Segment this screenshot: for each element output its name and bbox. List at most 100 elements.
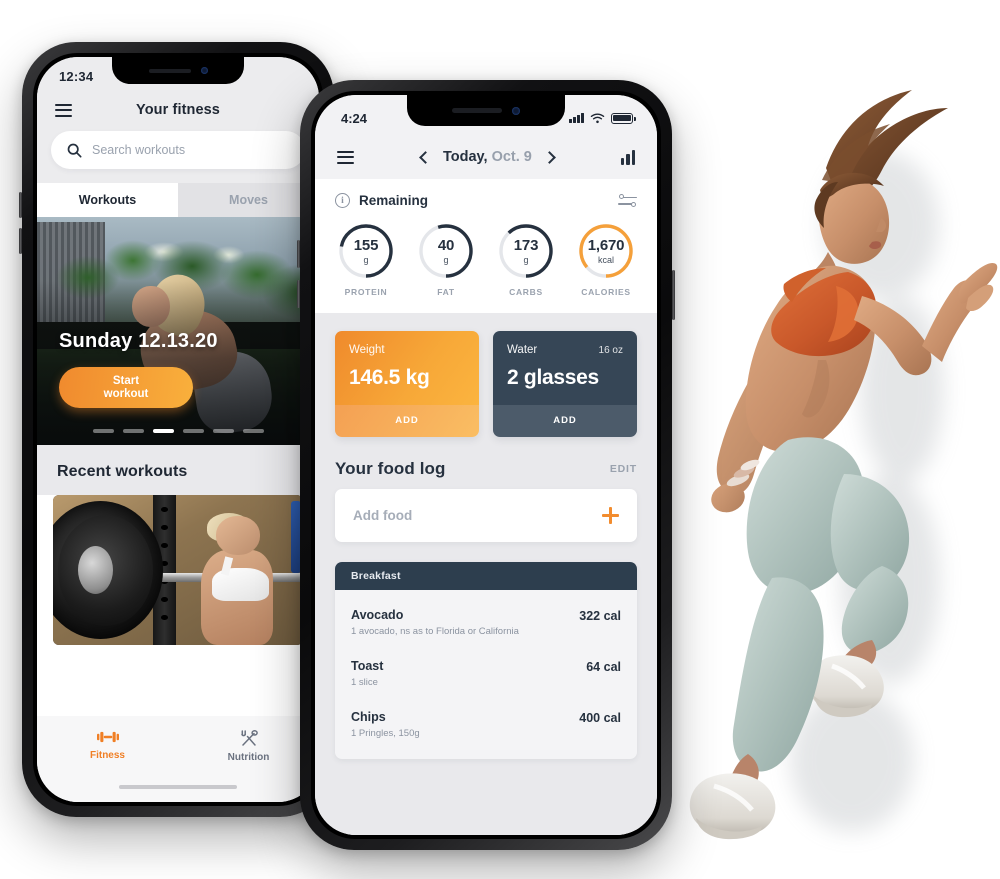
start-workout-label-1: Start bbox=[112, 374, 140, 387]
tabbar-label-nutrition: Nutrition bbox=[227, 752, 270, 763]
earpiece-speaker bbox=[148, 68, 191, 73]
volume-up-button[interactable] bbox=[297, 240, 300, 268]
ring-protein-value: 155 g bbox=[337, 222, 395, 280]
water-add-button[interactable]: ADD bbox=[493, 405, 637, 437]
water-card-body: Water 16 oz 2 glasses bbox=[493, 331, 637, 405]
ring-calories-unit: kcal bbox=[597, 254, 614, 265]
food-log-header: Your food log EDIT bbox=[315, 437, 657, 489]
recent-workout-card[interactable] bbox=[53, 495, 303, 645]
meal-item-text: Chips 1 Pringles, 150g bbox=[351, 710, 420, 739]
phone-left: 12:34 Your fitness Search workouts Worko… bbox=[19, 42, 337, 817]
signal-bars-icon bbox=[569, 113, 584, 123]
meal-item-desc: 1 avocado, ns as to Florida or Californi… bbox=[351, 626, 519, 637]
athlete-illustration bbox=[689, 90, 998, 840]
ring-fat-unit: g bbox=[443, 254, 449, 265]
phone-right-bezel: 4:24 Today, Oct. 9 i Remaining 155 g PRO… bbox=[311, 91, 661, 839]
water-card-sub: 16 oz bbox=[598, 345, 623, 356]
carousel-dots[interactable] bbox=[37, 429, 319, 433]
hero-date: Sunday 12.13.20 bbox=[59, 330, 218, 352]
remaining-title: Remaining bbox=[359, 193, 429, 208]
info-circle-icon[interactable]: i bbox=[335, 193, 350, 208]
water-card-head: Water 16 oz bbox=[507, 344, 623, 356]
remaining-header: i Remaining bbox=[335, 193, 637, 208]
add-food-button[interactable]: Add food bbox=[335, 489, 637, 542]
macro-ring-fat[interactable]: 40 g FAT bbox=[417, 222, 475, 297]
left-bottom-tabbar: Fitness Nutrition bbox=[37, 716, 319, 802]
ring-carbs-number: 173 bbox=[513, 236, 539, 254]
hero-carousel[interactable]: Sunday 12.13.20 Start workout bbox=[37, 217, 319, 445]
plus-icon[interactable] bbox=[602, 507, 619, 524]
meal-item[interactable]: Avocado 1 avocado, ns as to Florida or C… bbox=[351, 596, 621, 647]
phone-left-screen: 12:34 Your fitness Search workouts Worko… bbox=[37, 57, 319, 802]
left-app-header: Your fitness bbox=[37, 91, 319, 129]
ring-calories: 1,670 kcal bbox=[577, 222, 635, 280]
meal-item-name: Toast bbox=[351, 659, 384, 673]
chevron-left-icon[interactable] bbox=[419, 150, 432, 164]
recent-workouts-section: Recent workouts bbox=[37, 445, 319, 495]
chevron-right-icon[interactable] bbox=[542, 150, 556, 164]
sliders-icon[interactable] bbox=[618, 193, 637, 208]
tab-workouts[interactable]: Workouts bbox=[37, 183, 178, 217]
hamburger-icon[interactable] bbox=[55, 103, 72, 117]
ring-protein-unit: g bbox=[363, 254, 369, 265]
carousel-dot[interactable] bbox=[182, 429, 204, 433]
ring-protein: 155 g bbox=[337, 222, 395, 280]
water-card[interactable]: Water 16 oz 2 glasses ADD bbox=[493, 331, 637, 437]
volume-down-button[interactable] bbox=[297, 280, 300, 308]
ring-carbs-value: 173 g bbox=[497, 222, 555, 280]
carousel-dot[interactable] bbox=[212, 429, 234, 433]
macro-ring-calories[interactable]: 1,670 kcal CALORIES bbox=[577, 222, 635, 297]
front-camera bbox=[512, 106, 520, 115]
search-input[interactable]: Search workouts bbox=[51, 131, 305, 169]
macro-ring-carbs[interactable]: 173 g CARBS bbox=[497, 222, 555, 297]
summary-cards-row: Weight 146.5 kg ADD Water 16 oz 2 glasse… bbox=[315, 313, 657, 437]
meal-item-calories: 400 cal bbox=[579, 711, 621, 725]
macro-ring-protein[interactable]: 155 g PROTEIN bbox=[337, 222, 395, 297]
add-food-label: Add food bbox=[353, 508, 413, 523]
ring-calories-value: 1,670 kcal bbox=[577, 222, 635, 280]
volume-up-button[interactable] bbox=[19, 192, 22, 218]
volume-down-button[interactable] bbox=[19, 228, 22, 254]
fork-spoon-icon bbox=[240, 730, 258, 746]
meal-header: Breakfast bbox=[335, 562, 637, 590]
athlete-photo bbox=[676, 60, 1000, 860]
food-log-title: Your food log bbox=[335, 459, 446, 478]
ring-fat-value: 40 g bbox=[417, 222, 475, 280]
start-workout-label-2: workout bbox=[103, 387, 149, 400]
remaining-card: i Remaining 155 g PROTEIN 40 g FAT 173 g… bbox=[315, 179, 657, 313]
meal-item[interactable]: Toast 1 slice 64 cal bbox=[351, 647, 621, 698]
weight-card-head: Weight bbox=[349, 344, 465, 356]
ring-carbs-label: CARBS bbox=[509, 287, 543, 297]
weight-card[interactable]: Weight 146.5 kg ADD bbox=[335, 331, 479, 437]
meal-item-desc: 1 slice bbox=[351, 677, 378, 688]
power-button[interactable] bbox=[672, 270, 675, 320]
date-prefix: Today, bbox=[442, 149, 488, 165]
home-indicator[interactable] bbox=[119, 785, 237, 789]
tabbar-item-nutrition[interactable]: Nutrition bbox=[178, 730, 319, 763]
tabbar-item-fitness[interactable]: Fitness bbox=[37, 730, 178, 761]
bar-chart-icon[interactable] bbox=[620, 149, 635, 165]
meal-item-name: Avocado bbox=[351, 608, 404, 622]
hamburger-icon[interactable] bbox=[337, 150, 354, 164]
meal-item-name: Chips bbox=[351, 710, 386, 724]
earpiece-speaker bbox=[452, 108, 502, 113]
water-card-value: 2 glasses bbox=[507, 366, 599, 389]
date-value: Oct. 9 bbox=[491, 149, 532, 165]
start-workout-button[interactable]: Start workout bbox=[59, 367, 193, 408]
carousel-dot-active[interactable] bbox=[152, 429, 174, 433]
weight-add-button[interactable]: ADD bbox=[335, 405, 479, 437]
carousel-dot[interactable] bbox=[92, 429, 114, 433]
right-content: i Remaining 155 g PROTEIN 40 g FAT 173 g… bbox=[315, 179, 657, 835]
ring-protein-label: PROTEIN bbox=[344, 287, 388, 297]
carousel-dot[interactable] bbox=[242, 429, 264, 433]
current-date: Today, Oct. 9 bbox=[443, 149, 532, 165]
phone-left-bezel: 12:34 Your fitness Search workouts Worko… bbox=[33, 53, 323, 806]
weight-card-title: Weight bbox=[349, 344, 385, 356]
meal-item-calories: 64 cal bbox=[586, 660, 621, 674]
carousel-dot[interactable] bbox=[122, 429, 144, 433]
meal-item-desc: 1 Pringles, 150g bbox=[351, 728, 420, 739]
meal-item[interactable]: Chips 1 Pringles, 150g 400 cal bbox=[351, 698, 621, 749]
status-time: 4:24 bbox=[341, 110, 368, 126]
food-log-edit-button[interactable]: EDIT bbox=[610, 463, 637, 475]
tab-moves[interactable]: Moves bbox=[178, 183, 319, 217]
